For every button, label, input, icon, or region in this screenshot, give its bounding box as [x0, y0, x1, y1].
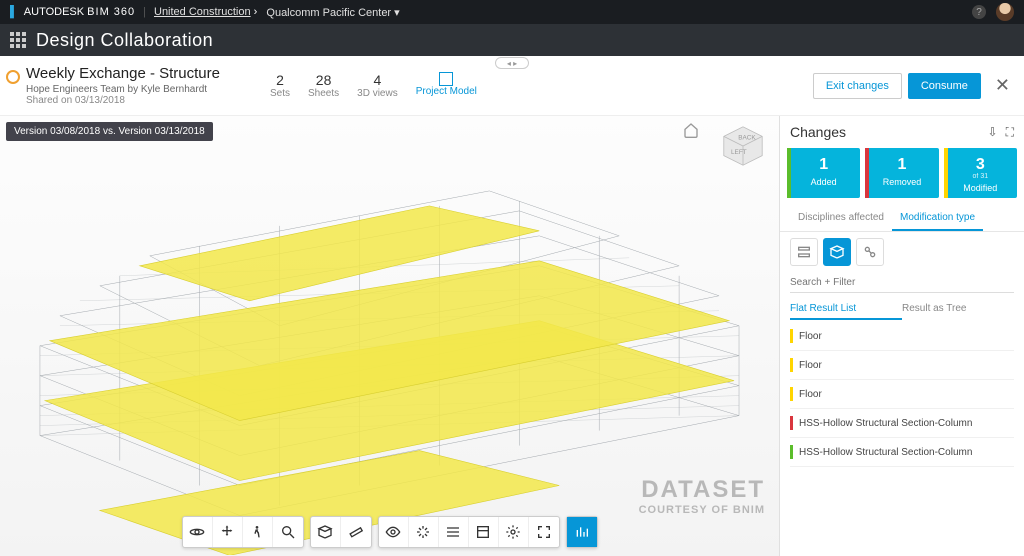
package-shared-date: Shared on 03/13/2018	[26, 95, 220, 106]
panel-title: Changes	[790, 124, 980, 140]
status-bar-icon	[790, 329, 793, 343]
model-viewport[interactable]: Version 03/08/2018 vs. Version 03/13/201…	[0, 116, 779, 556]
viewer-toolbar	[182, 516, 598, 548]
status-bar-icon	[790, 445, 793, 459]
result-item[interactable]: HSS-Hollow Structural Section-Column	[790, 438, 1014, 467]
exit-changes-button[interactable]: Exit changes	[813, 73, 902, 99]
tab-disciplines[interactable]: Disciplines affected	[790, 206, 892, 231]
section-tool[interactable]	[311, 517, 341, 547]
module-switcher-icon[interactable]	[10, 32, 26, 48]
stat-3dviews[interactable]: 4 3D views	[357, 72, 398, 99]
status-bar-icon	[790, 416, 793, 430]
pan-tool[interactable]	[213, 517, 243, 547]
building-wireframe	[0, 116, 779, 555]
result-item[interactable]: HSS-Hollow Structural Section-Column	[790, 409, 1014, 438]
result-item[interactable]: Floor	[790, 322, 1014, 351]
result-label: Floor	[799, 389, 822, 400]
result-item[interactable]: Floor	[790, 380, 1014, 409]
home-icon[interactable]	[683, 122, 699, 138]
package-byline: Hope Engineers Team by Kyle Bernhardt	[26, 84, 220, 95]
version-compare-badge: Version 03/08/2018 vs. Version 03/13/201…	[6, 122, 213, 141]
firstperson-tool[interactable]	[379, 517, 409, 547]
consume-button[interactable]: Consume	[908, 73, 981, 99]
expand-icon[interactable]: ⛶	[1006, 125, 1014, 140]
card-modified[interactable]: 3 of 31 Modified	[944, 148, 1017, 198]
filter-list-icon[interactable]	[790, 238, 818, 266]
result-label: Floor	[799, 331, 822, 342]
svg-text:BACK: BACK	[738, 135, 756, 142]
timeline-drag-handle[interactable]: ◂ ▸	[495, 57, 529, 69]
package-status-icon	[6, 70, 20, 84]
tab-flat-list[interactable]: Flat Result List	[790, 299, 902, 320]
measure-tool[interactable]	[341, 517, 371, 547]
orbit-tool[interactable]	[183, 517, 213, 547]
avatar[interactable]	[996, 3, 1014, 21]
filter-category-icon[interactable]	[823, 238, 851, 266]
brand-text: AUTODESK BIM 360	[24, 6, 135, 18]
search-input[interactable]	[790, 273, 1014, 293]
modelbrowser-tool[interactable]	[439, 517, 469, 547]
close-icon[interactable]: ✕	[995, 75, 1010, 96]
svg-text:LEFT: LEFT	[731, 149, 747, 156]
breadcrumb-account[interactable]: United Construction	[154, 6, 251, 18]
walk-tool[interactable]	[243, 517, 273, 547]
status-bar-icon	[790, 387, 793, 401]
tab-tree[interactable]: Result as Tree	[902, 299, 1014, 320]
result-label: Floor	[799, 360, 822, 371]
status-bar-icon	[790, 358, 793, 372]
results-list: Floor Floor Floor HSS-Hollow Structural Sec…	[780, 320, 1024, 556]
module-title: Design Collaboration	[36, 30, 213, 51]
changes-tool[interactable]	[567, 517, 597, 547]
result-label: HSS-Hollow Structural Section-Column	[799, 418, 972, 429]
result-label: HSS-Hollow Structural Section-Column	[799, 447, 972, 458]
settings-tool[interactable]	[499, 517, 529, 547]
package-title: Weekly Exchange - Structure	[26, 65, 220, 82]
card-added[interactable]: 1 Added	[787, 148, 860, 198]
stat-sets[interactable]: 2 Sets	[270, 72, 290, 99]
filter-type-icon[interactable]	[856, 238, 884, 266]
properties-tool[interactable]	[469, 517, 499, 547]
separator: |	[143, 6, 146, 18]
card-removed[interactable]: 1 Removed	[865, 148, 938, 198]
viewcube[interactable]: LEFT BACK	[719, 122, 767, 170]
changes-panel: Changes ⇩ ⛶ 1 Added 1 Removed 3 of 31 Mo…	[779, 116, 1024, 556]
zoom-tool[interactable]	[273, 517, 303, 547]
explode-tool[interactable]	[409, 517, 439, 547]
autodesk-logo-icon: ▌	[10, 6, 18, 18]
stat-sheets[interactable]: 28 Sheets	[308, 72, 339, 99]
fullscreen-tool[interactable]	[529, 517, 559, 547]
help-icon[interactable]: ?	[972, 5, 986, 19]
project-model-icon	[439, 72, 453, 86]
result-item[interactable]: Floor	[790, 351, 1014, 380]
stat-project-model[interactable]: Project Model	[416, 72, 477, 99]
module-header: Design Collaboration	[0, 24, 1024, 56]
global-top-bar: ▌ AUTODESK BIM 360 | United Construction…	[0, 0, 1024, 24]
tab-modification-type[interactable]: Modification type	[892, 206, 983, 231]
breadcrumb-project[interactable]: Qualcomm Pacific Center ▾	[266, 6, 399, 19]
pin-icon[interactable]: ⇩	[988, 125, 998, 139]
breadcrumb-sep: ›	[251, 6, 261, 18]
